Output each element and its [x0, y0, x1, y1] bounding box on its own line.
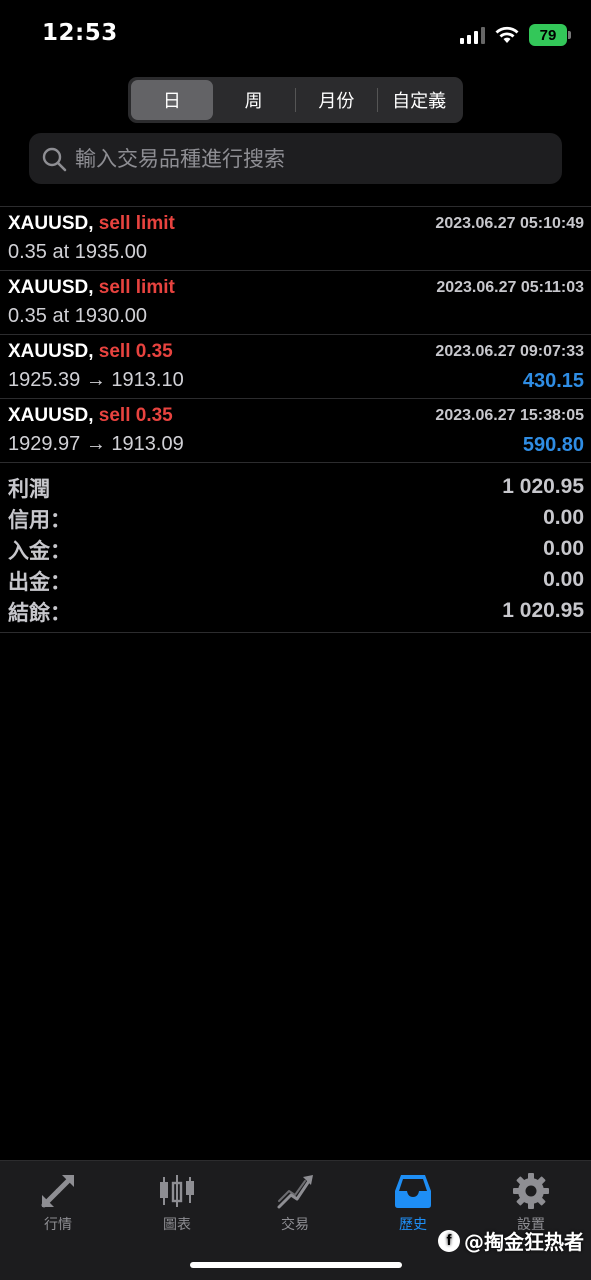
facebook-icon: f [438, 1229, 460, 1252]
summary-profit-row: 利潤 1 020.95 [0, 471, 591, 502]
period-segmented-control: 日 周 月份 自定義 [128, 77, 463, 123]
segment-day-label: 日 [162, 91, 181, 112]
history-list: XAUUSD, sell limit 2023.06.27 05:10:49 0… [0, 206, 591, 463]
summary-label: 結餘： [8, 601, 71, 625]
tab-settings[interactable]: 設置 [481, 1171, 581, 1234]
order-symbol: XAUUSD, sell limit [8, 213, 175, 234]
home-indicator[interactable] [190, 1262, 402, 1268]
status-bar: 12:53 79 [0, 0, 591, 70]
divider [0, 462, 591, 463]
summary-label: 利潤 [8, 477, 50, 501]
summary-value: 0.00 [543, 568, 584, 591]
order-detail: 1929.97 → 1913.09 [8, 433, 184, 455]
status-time: 12:53 [42, 20, 118, 46]
list-item[interactable]: XAUUSD, sell limit 2023.06.27 05:11:03 0… [0, 270, 591, 334]
wifi-icon [495, 26, 519, 43]
order-action: sell 0.35 [98, 341, 173, 362]
list-item[interactable]: XAUUSD, sell 0.35 2023.06.27 15:38:05 19… [0, 398, 591, 462]
summary-label: 出金： [8, 570, 71, 594]
order-time: 2023.06.27 15:38:05 [435, 407, 584, 424]
segment-week-label: 周 [244, 91, 263, 112]
trade-trend-icon [277, 1175, 313, 1209]
order-symbol: XAUUSD, sell limit [8, 277, 175, 298]
watermark-text: @掏金狂热者 [464, 1230, 584, 1254]
order-action: sell 0.35 [98, 405, 173, 426]
tab-label: 行情 [44, 1217, 72, 1233]
battery-icon: 79 [529, 24, 571, 46]
summary-label: 入金： [8, 539, 71, 563]
segment-month[interactable]: 月份 [296, 80, 378, 120]
summary-deposit-row: 入金： 0.00 [0, 533, 591, 564]
summary-value: 1 020.95 [502, 599, 584, 622]
segment-month-label: 月份 [318, 91, 355, 112]
summary-value: 0.00 [543, 537, 584, 560]
summary-credit-row: 信用： 0.00 [0, 502, 591, 533]
battery-level: 79 [539, 26, 557, 44]
summary-withdrawal-row: 出金： 0.00 [0, 564, 591, 595]
summary-value: 1 020.95 [502, 475, 584, 498]
account-summary: 利潤 1 020.95 信用： 0.00 入金： 0.00 出金： 0.00 結… [0, 471, 591, 633]
order-profit: 590.80 [522, 434, 584, 456]
tab-trade[interactable]: 交易 [245, 1171, 345, 1234]
order-symbol: XAUUSD, sell 0.35 [8, 341, 173, 362]
order-detail: 0.35 at 1935.00 [8, 241, 148, 263]
tab-label: 圖表 [163, 1217, 191, 1233]
order-symbol: XAUUSD, sell 0.35 [8, 405, 173, 426]
summary-balance-row: 結餘： 1 020.95 [0, 595, 591, 626]
tab-quotes[interactable]: 行情 [8, 1171, 108, 1234]
order-time: 2023.06.27 05:11:03 [436, 279, 584, 296]
quotes-arrows-icon [41, 1175, 74, 1208]
order-detail: 1925.39 → 1913.10 [8, 369, 184, 391]
segment-custom-label: 自定義 [392, 91, 447, 112]
segment-custom[interactable]: 自定義 [378, 80, 460, 120]
order-action: sell limit [98, 213, 175, 234]
gear-icon [513, 1173, 549, 1209]
order-detail: 0.35 at 1930.00 [8, 305, 148, 327]
summary-value: 0.00 [543, 506, 584, 529]
order-action: sell limit [98, 277, 175, 298]
order-time: 2023.06.27 05:10:49 [435, 215, 584, 232]
history-inbox-icon [395, 1175, 431, 1208]
cellular-signal-icon [460, 26, 485, 44]
list-item[interactable]: XAUUSD, sell limit 2023.06.27 05:10:49 0… [0, 206, 591, 270]
candlestick-chart-icon [160, 1175, 194, 1207]
status-icons: 79 [460, 24, 571, 46]
tab-history[interactable]: 歷史 [363, 1171, 463, 1234]
tab-chart[interactable]: 圖表 [127, 1171, 227, 1234]
tab-label: 交易 [281, 1217, 309, 1233]
segment-day[interactable]: 日 [131, 80, 213, 120]
order-time: 2023.06.27 09:07:33 [435, 343, 584, 360]
search-bar[interactable] [29, 133, 562, 184]
summary-label: 信用： [8, 508, 71, 532]
watermark: f @掏金狂热者 [438, 1226, 584, 1255]
order-profit: 430.15 [522, 370, 584, 392]
segment-week[interactable]: 周 [213, 80, 295, 120]
list-item[interactable]: XAUUSD, sell 0.35 2023.06.27 09:07:33 19… [0, 334, 591, 398]
search-input[interactable] [75, 146, 535, 171]
search-icon [42, 147, 67, 171]
